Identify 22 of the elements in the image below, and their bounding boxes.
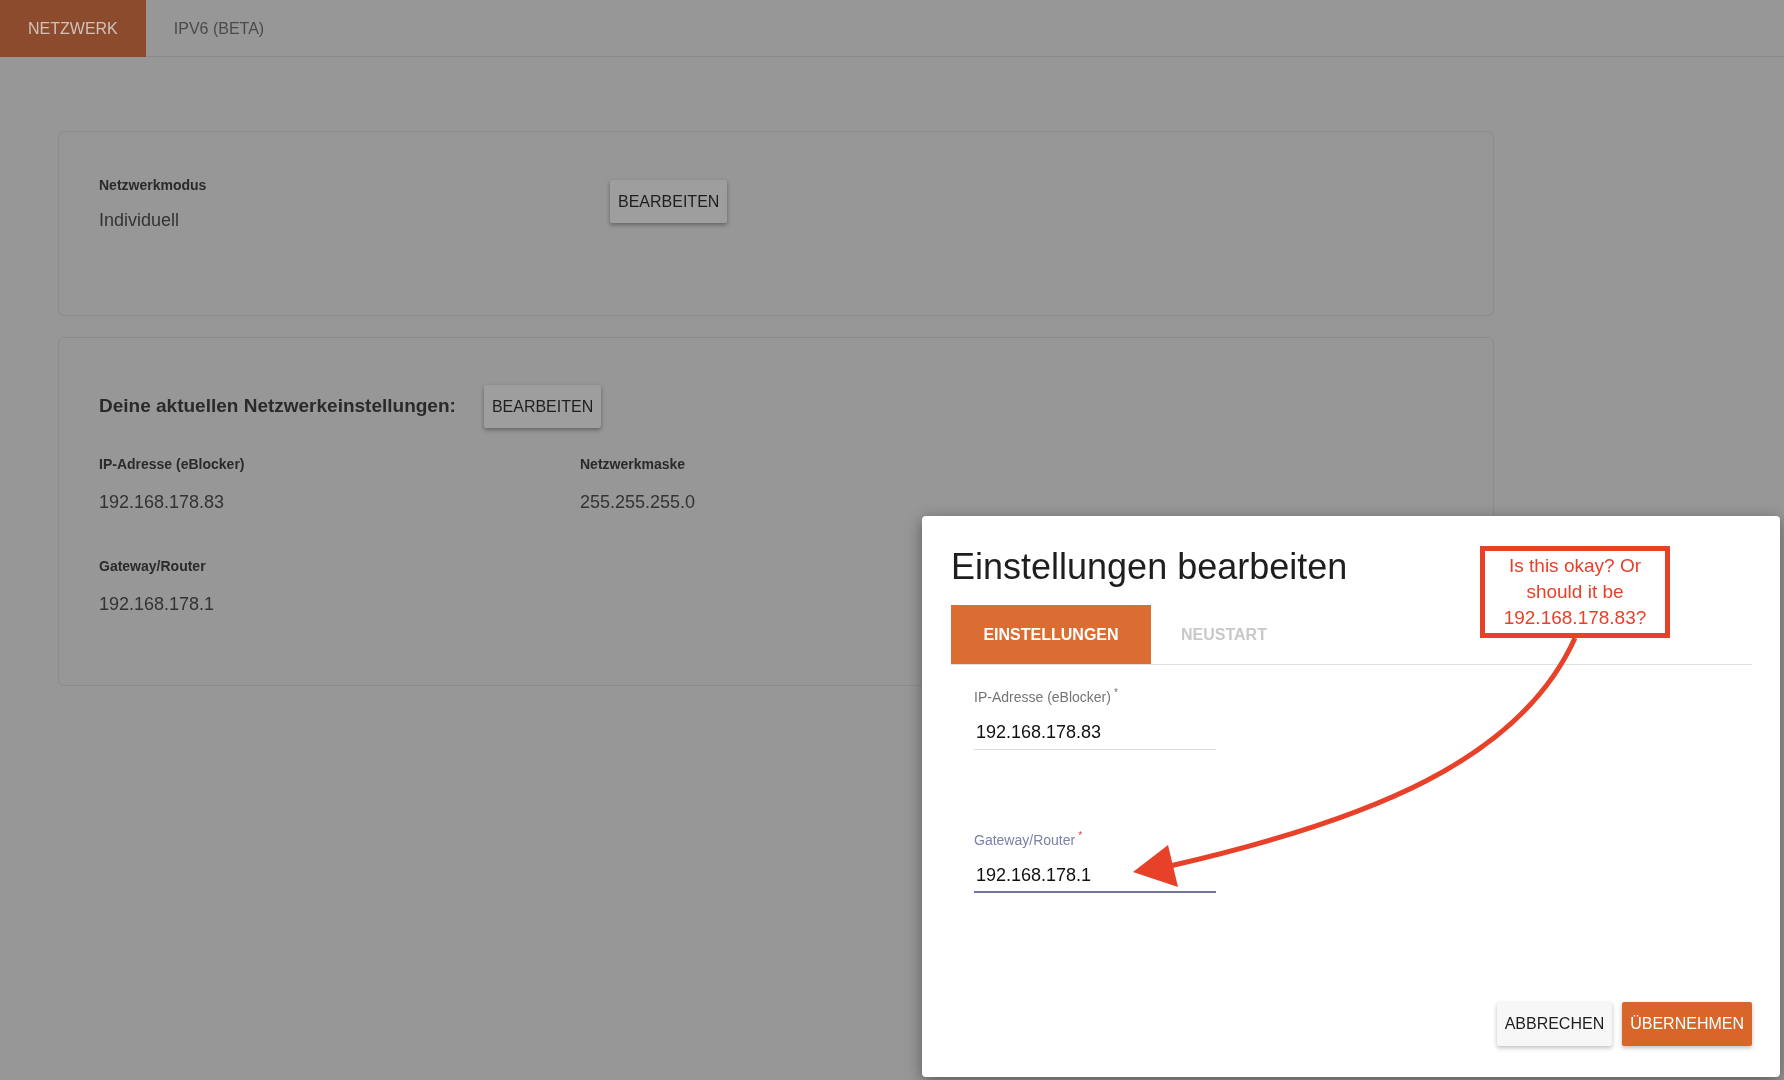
field-label: Gateway/Router xyxy=(974,831,1076,850)
edit-button[interactable]: BEARBEITEN xyxy=(610,180,728,223)
field-label: IP-Adresse (eBlocker) xyxy=(99,455,246,474)
field-label: Netzwerkmodus xyxy=(99,176,208,195)
field-value: 255.255.255.0 xyxy=(580,491,697,514)
dialog-tab[interactable]: EINSTELLUNGEN xyxy=(951,605,1151,664)
field-label: Netzwerkmaske xyxy=(580,455,687,474)
dialog-title: Einstellungen bearbeiten xyxy=(951,545,1348,589)
section-heading: Deine aktuellen Netzwerkeinstellungen: xyxy=(99,394,456,419)
field-label: Gateway/Router xyxy=(99,557,207,576)
required-marker: * xyxy=(1078,830,1083,842)
annotation-callout: Is this okay? Or should it be 192.168.178.83? xyxy=(1480,546,1670,638)
required-marker: * xyxy=(1113,687,1118,699)
field-value: 192.168.178.1 xyxy=(99,593,216,616)
field-value: 192.168.178.83 xyxy=(99,491,226,514)
text-field[interactable]: 192.168.178.83 xyxy=(974,716,1216,750)
field-label: IP-Adresse (eBlocker) xyxy=(974,688,1111,707)
field-value: Individuell xyxy=(99,209,181,232)
apply-button[interactable]: ÜBERNEHMEN xyxy=(1622,1002,1752,1046)
cancel-button[interactable]: ABBRECHEN xyxy=(1496,1002,1613,1046)
tab[interactable]: NETZWERK xyxy=(0,0,146,57)
edit-button[interactable]: BEARBEITEN xyxy=(483,385,602,428)
